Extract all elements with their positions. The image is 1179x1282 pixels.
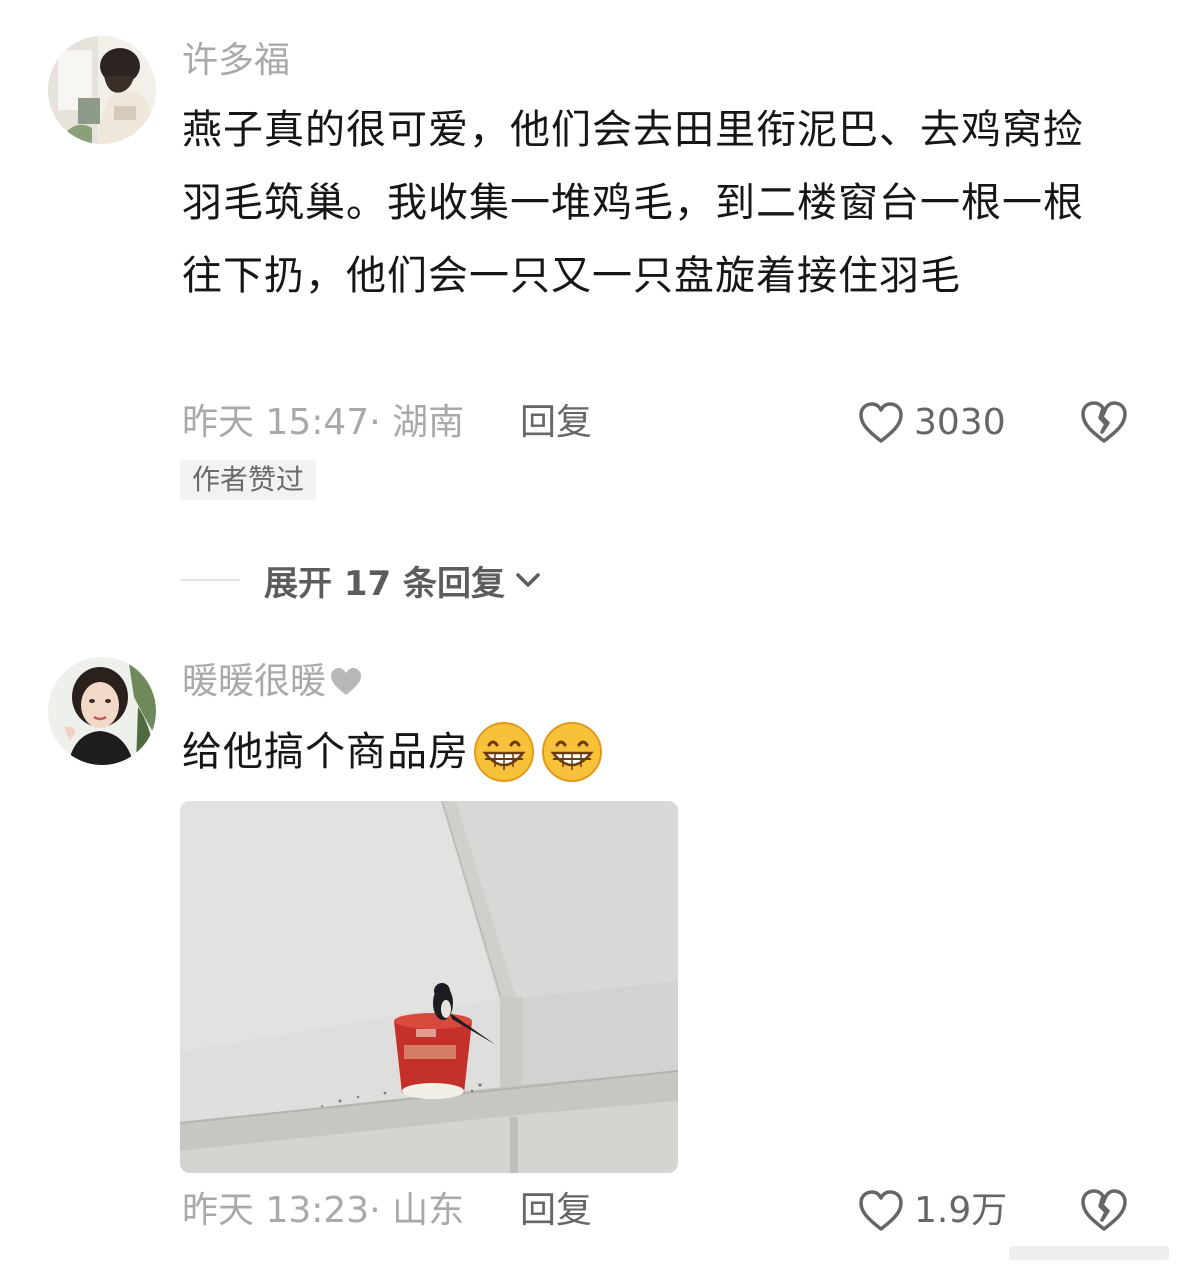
swallow-nest-photo <box>180 801 678 1173</box>
username[interactable]: 暖暖很暖 <box>182 664 326 700</box>
heart-outline-icon <box>859 1190 903 1231</box>
like-count: 1.9万 <box>914 1190 1008 1231</box>
comment-meta: 昨天 13:23· 山东 <box>182 1190 465 1231</box>
dislike-button[interactable] <box>1080 1187 1128 1235</box>
comment-text-row: 给他搞个商品房 <box>182 720 603 784</box>
comment-text: 燕子真的很可爱，他们会去田里衔泥巴、去鸡窝捡羽毛筑巢。我收集一堆鸡毛，到二楼窗台… <box>182 107 1084 299</box>
username-row: 暖暖很暖 <box>182 664 362 700</box>
heart-icon <box>331 668 362 695</box>
avatar[interactable] <box>48 657 156 765</box>
user-avatar-photo <box>48 36 156 144</box>
heart-outline-icon <box>859 402 903 443</box>
username[interactable]: 许多福 <box>182 43 290 79</box>
avatar[interactable] <box>48 36 156 144</box>
broken-heart-icon <box>1081 401 1127 443</box>
comment-meta: 昨天 15:47· 湖南 <box>182 402 465 443</box>
expand-replies-label: 展开 17 条回复 <box>264 563 505 604</box>
chevron-down-icon <box>516 573 540 587</box>
grinning-face-emoji <box>474 722 534 782</box>
watermark <box>1009 1246 1169 1260</box>
like-button[interactable]: 3030 <box>858 399 1006 447</box>
reply-button[interactable]: 回复 <box>520 399 592 447</box>
reply-button[interactable]: 回复 <box>520 1187 592 1235</box>
divider-line <box>180 579 240 581</box>
broken-heart-icon <box>1081 1189 1127 1231</box>
dislike-button[interactable] <box>1080 399 1128 447</box>
expand-replies-button[interactable]: 展开 17 条回复 <box>180 557 543 604</box>
user-avatar-photo <box>48 657 156 765</box>
like-count: 3030 <box>914 402 1006 443</box>
comment-image[interactable] <box>180 801 678 1173</box>
author-liked-badge: 作者赞过 <box>180 460 317 500</box>
like-button[interactable]: 1.9万 <box>858 1187 1007 1235</box>
comment-text: 给他搞个商品房 <box>182 729 469 775</box>
grinning-face-emoji <box>542 722 602 782</box>
